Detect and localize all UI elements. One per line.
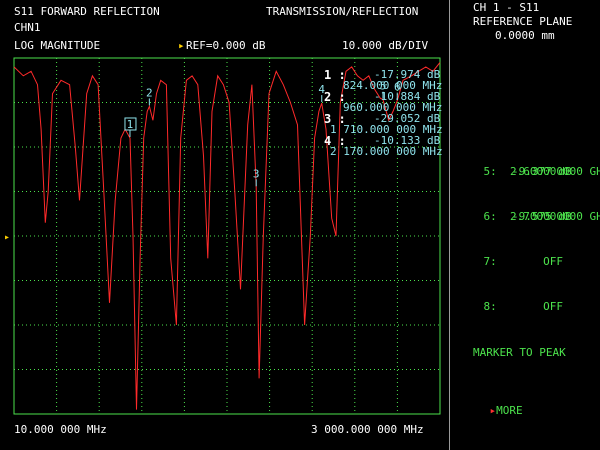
marker-7-state: OFF xyxy=(543,255,563,268)
more-button[interactable]: ▸MORE xyxy=(463,390,600,432)
marker-3-label: 3 xyxy=(253,167,260,180)
marker-8-state: OFF xyxy=(543,300,563,313)
panel-header-channel: CH 1 - S11 xyxy=(473,1,540,14)
softkey-marker-8[interactable]: 8: OFF xyxy=(457,286,597,328)
softkey-marker-5-value: -9.377 dB xyxy=(512,165,572,178)
marker-4-freq: 2 170.000 000 MHz xyxy=(330,145,443,158)
start-frequency: 10.000 000 MHz xyxy=(14,423,107,436)
panel-header-value: 0.0000 mm xyxy=(495,29,555,42)
panel-divider xyxy=(449,0,450,450)
more-label: MORE xyxy=(496,404,523,417)
marker-8-label: 8: xyxy=(483,300,497,313)
stop-frequency: 3 000.000 000 MHz xyxy=(311,423,424,436)
panel-header-title: REFERENCE PLANE xyxy=(473,15,573,28)
softkey-marker-7[interactable]: 7: OFF xyxy=(457,241,597,283)
marker-to-peak-button[interactable]: MARKER TO PEAK xyxy=(473,346,600,360)
ref-position-icon: ▸ xyxy=(4,232,11,243)
marker-6-label: 6: xyxy=(483,210,497,223)
marker-2-label: 2 xyxy=(146,86,153,99)
marker-1-label: 1 xyxy=(127,118,134,131)
marker-7-label: 7: xyxy=(483,255,497,268)
marker-5-label: 5: xyxy=(483,165,497,178)
softkey-marker-6-value: -9.575 dB xyxy=(512,210,572,223)
